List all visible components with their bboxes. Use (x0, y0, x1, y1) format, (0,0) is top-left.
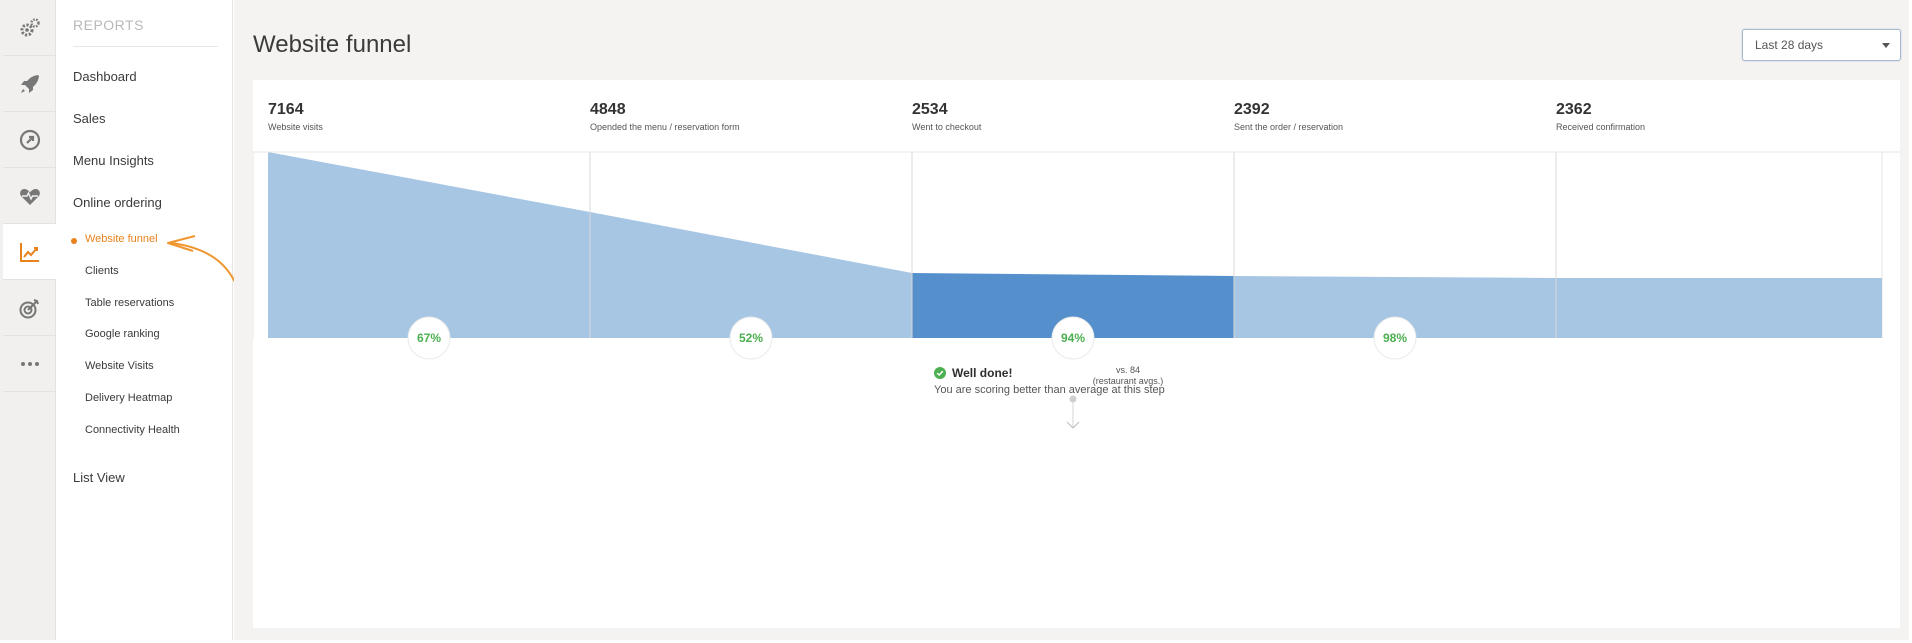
stage-value: 7164 (268, 101, 304, 118)
gears-icon (20, 17, 40, 36)
date-range-value: Last 28 days (1755, 38, 1824, 52)
nav-subitem-google-ranking[interactable]: Google ranking (85, 328, 160, 340)
nav-subitem-connectivity-health[interactable]: Connectivity Health (85, 424, 180, 436)
stage-label: Went to checkout (912, 122, 982, 132)
stage-value: 4848 (590, 101, 626, 118)
stage-label: Received confirmation (1556, 122, 1646, 132)
nav-item-online-ordering[interactable]: Online ordering (73, 195, 162, 210)
comparison-connector (1066, 395, 1080, 429)
reports-nav: REPORTS Dashboard Sales Menu Insights On… (57, 0, 233, 640)
divider (73, 46, 218, 47)
nav-item-list-view[interactable]: List View (73, 470, 125, 485)
rail-launch[interactable] (3, 56, 56, 112)
stage-value: 2362 (1556, 101, 1592, 118)
stage-label: Sent the order / reservation (1234, 122, 1344, 132)
rail-goals[interactable] (3, 280, 56, 336)
funnel-card: 67% 52% 94% 98% 7164 Website visits 4848… (253, 80, 1900, 628)
rocket-icon (20, 74, 39, 93)
external-link-circle-icon (19, 129, 40, 150)
nav-subitem-website-funnel[interactable]: Website funnel (85, 233, 158, 245)
icon-rail (0, 0, 56, 640)
nav-item-menu-insights[interactable]: Menu Insights (73, 153, 154, 168)
target-icon (19, 298, 39, 318)
nav-subitem-clients[interactable]: Clients (85, 265, 119, 277)
nav-heading: REPORTS (73, 17, 144, 33)
stage-value: 2534 (912, 101, 948, 118)
check-circle-icon (934, 367, 946, 379)
stage-label: Opended the menu / reservation form (590, 122, 740, 132)
date-range-select[interactable]: Last 28 days (1742, 29, 1901, 61)
conversion-rate: 67% (417, 331, 441, 345)
funnel-chart: 67% 52% 94% 98% (253, 151, 1900, 429)
rail-health[interactable] (3, 168, 56, 224)
conversion-rate: 98% (1383, 331, 1407, 345)
rail-reports[interactable] (3, 224, 56, 280)
nav-subitem-table-reservations[interactable]: Table reservations (85, 297, 174, 309)
conversion-badge-4: 98% (1373, 316, 1417, 360)
conversion-badge-3: 94% (1051, 316, 1095, 360)
funnel-segment-5 (1556, 278, 1882, 338)
rail-settings[interactable] (3, 0, 56, 56)
rail-share[interactable] (3, 112, 56, 168)
nav-item-sales[interactable]: Sales (73, 111, 106, 126)
conversion-rate: 94% (1061, 331, 1085, 345)
nav-item-dashboard[interactable]: Dashboard (73, 69, 137, 84)
chevron-down-icon (1882, 43, 1890, 48)
active-indicator (71, 238, 77, 244)
feedback-title-row: Well done! (934, 366, 1012, 380)
stage-value: 2392 (1234, 101, 1270, 118)
feedback-message: You are scoring better than average at t… (934, 384, 1165, 396)
comparison-value: vs. 84 (1115, 365, 1140, 375)
nav-subitem-website-visits[interactable]: Website Visits (85, 360, 154, 372)
page-title: Website funnel (253, 31, 412, 58)
rail-more[interactable] (3, 336, 56, 392)
stage-label: Website visits (268, 122, 323, 132)
funnel-segment-1 (268, 152, 590, 338)
conversion-badge-1: 67% (407, 316, 451, 360)
main-content: Website funnel Last 28 days 67% 52% 94% … (234, 0, 1909, 640)
feedback-title: Well done! (952, 366, 1013, 380)
nav-subitem-delivery-heatmap[interactable]: Delivery Heatmap (85, 392, 172, 404)
conversion-rate: 52% (739, 331, 763, 345)
line-chart-icon (19, 242, 39, 262)
conversion-badge-2: 52% (729, 316, 773, 360)
heart-pulse-icon (19, 188, 40, 205)
more-dots-icon (20, 361, 39, 366)
